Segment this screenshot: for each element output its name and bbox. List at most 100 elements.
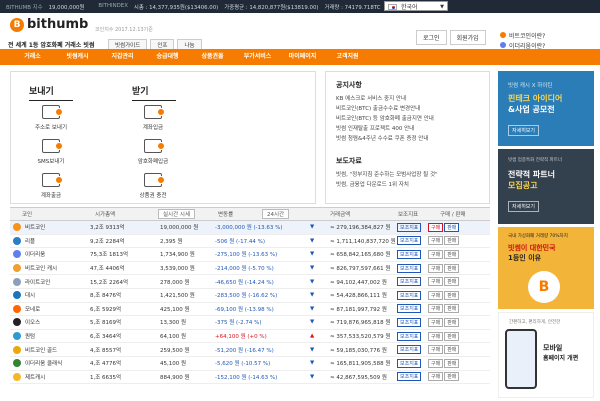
sell-button[interactable]: 판매 [444,372,460,382]
col-change[interactable]: 변동률 [218,210,233,218]
coin-name[interactable]: 퀀텀 [25,332,35,340]
receive-crypto[interactable]: 암호화폐입금 [123,139,183,165]
indicator-button[interactable]: 보조지표 [397,372,422,382]
notice-item-3[interactable]: 비트코인(BTC) 등 암호화폐 출금지연 안내 [336,114,486,122]
ad-2-button[interactable]: 자세히보기 [508,201,540,212]
buy-button[interactable]: 구매 [428,372,444,382]
buy-button[interactable]: 구매 [428,263,444,273]
indicator-button[interactable]: 보조지표 [397,222,422,232]
logo[interactable]: B bithumb 코인지수 2017.12.13기준 [10,17,153,33]
sell-button[interactable]: 판매 [444,304,460,314]
table-row[interactable]: 이더리움 75,3조 1813억 1,734,900 원 -275,100 원 (-1… [10,248,490,262]
language-select[interactable]: 한국어 ▼ [384,1,448,11]
table-row[interactable]: 퀀텀 6,조 3464억 64,100 원 +64,100 원 (+0 %) ▲ ≈ 35… [10,330,490,344]
indicator-button[interactable]: 보조지표 [397,263,422,273]
change: -283,500 원 (-16.62 %) [215,293,278,300]
indicator-button[interactable]: 보조지표 [397,236,422,246]
send-bank[interactable]: 계좌출금 [21,173,81,199]
coin-name[interactable]: 비트코인 [25,223,45,231]
coin-name[interactable]: 이더리움 클래식 [25,359,62,367]
coin-name[interactable]: 모네로 [25,305,40,313]
buy-button[interactable]: 구매 [428,277,444,287]
nav-cash[interactable]: 빗썸캐시 [55,49,100,65]
buy-button[interactable]: 구매 [428,249,444,259]
table-row[interactable]: 이오스 5,조 8169억 13,300 원 -375 원 (-2.74 %) ▼ ≈ 7… [10,316,490,330]
buy-button[interactable]: 구매 [428,345,444,355]
nav-wallet[interactable]: 지갑관리 [100,49,145,65]
buy-button[interactable]: 구매 [428,304,444,314]
table-row[interactable]: 대시 8,조 8476억 1,421,500 원 -283,500 원 (-16.62… [10,289,490,303]
ad-banner-rank[interactable]: 국내 가상화폐 거래량 70%차지 빗썸이 대한민국 1등인 이유 B [498,227,594,309]
indicator-button[interactable]: 보조지표 [397,290,422,300]
coin-name[interactable]: 라이트코인 [25,278,50,286]
indicator-button[interactable]: 보조지표 [397,345,422,355]
ad-banner-fintech[interactable]: 빗썸 캐시 X 하이틴 핀테크 아이디어 &사업 공모전 자세히보기 [498,71,594,146]
col-24h-select[interactable]: 24시간 [262,209,290,219]
coin-name[interactable]: 제트캐시 [25,373,45,381]
ad-banner-partner[interactable]: 빗썸 업종특화 전략적 파트너 전략적 파트너 모집공고 자세히보기 [498,149,594,224]
nav-exchange[interactable]: 거래소 [10,49,55,65]
indicator-button[interactable]: 보조지표 [397,249,422,259]
notice-item-1[interactable]: KB 에스크로 서비스 중지 안내 [336,94,486,102]
coin-name[interactable]: 이오스 [25,318,40,326]
col-market-cap[interactable]: 시가총액 [95,210,115,218]
buy-button[interactable]: 구매 [428,358,444,368]
sell-button[interactable]: 판매 [444,331,460,341]
ad-1-button[interactable]: 자세히보기 [508,125,540,136]
table-row[interactable]: 리플 9,2조 2284억 2,395 원 -506 원 (-17.44 %) ▼ ≈ 1… [10,235,490,249]
indicator-button[interactable]: 보조지표 [397,304,422,314]
signup-button[interactable]: 회원가입 [449,30,486,45]
buy-button[interactable]: 구매 [428,290,444,300]
sell-button[interactable]: 판매 [444,263,460,273]
buy-button[interactable]: 구매 [428,331,444,341]
coin-name[interactable]: 리플 [25,237,35,245]
indicator-button[interactable]: 보조지표 [397,317,422,327]
nav-support[interactable]: 고객지원 [325,49,370,65]
press-item-1[interactable]: 빗썸, "정부지침 준수하는 모범사업장 될 것" [336,170,486,178]
indicator-button[interactable]: 보조지표 [397,277,422,287]
table-row[interactable]: 모네로 6,조 5929억 425,100 원 -69,100 원 (-13.98 %… [10,303,490,317]
table-row[interactable]: 비트코인 3,2조 9313억 19,000,000 원 -3,000,000 원 (… [10,221,490,235]
indicator-button[interactable]: 보조지표 [397,331,422,341]
receive-bank[interactable]: 계좌입금 [123,105,183,131]
buy-button[interactable]: 구매 [428,317,444,327]
sell-button[interactable]: 판매 [444,236,460,246]
sell-button[interactable]: 판매 [444,345,460,355]
send-sms[interactable]: SMS보내기 [21,139,81,165]
notice-item-4[interactable]: 빗썸 인재탈출 프로젝트 400 안내 [336,124,486,132]
table-row[interactable]: 이더리움 클래식 4,조 4776억 45,100 원 -5,620 원 (-10.5… [10,357,490,371]
buy-button[interactable]: 구매 [428,236,444,246]
nav-mypage[interactable]: 마이페이지 [280,49,325,65]
press-item-2[interactable]: 빗썸, 금융업 다운로드 1위 자치 [336,180,486,188]
login-button[interactable]: 로그인 [416,30,447,45]
notice-item-2[interactable]: 비트코인(BTC) 출금수수료 변경안내 [336,104,486,112]
indicator-button[interactable]: 보조지표 [397,358,422,368]
nav-giftcard[interactable]: 상품권몰 [190,49,235,65]
coin-icon [13,277,21,286]
sell-button[interactable]: 판매 [444,249,460,259]
nav-upgrade[interactable]: 승급대행 [145,49,190,65]
receive-giftcard[interactable]: 상품권 충전 [123,173,183,199]
table-row[interactable]: 제트캐시 1,조 6635억 884,900 원 -152,100 원 (-14.63… [10,371,490,385]
bitcoin-info-link[interactable]: 비트코인이란? [500,30,592,40]
coin-name[interactable]: 비트코인 골드 [25,346,57,354]
sell-button[interactable]: 판매 [444,290,460,300]
sell-button[interactable]: 판매 [444,358,460,368]
send-to-address[interactable]: 주소로 보내기 [21,105,81,131]
coin-name[interactable]: 비트코인 캐시 [25,264,57,272]
ad-banner-mobile[interactable]: 간편하고, 편리하게, 안전한 모바일 홈페이지 개편 [498,312,594,398]
coin-name[interactable]: 이더리움 [25,250,45,258]
col-volume[interactable]: 거래금액 [330,210,350,218]
table-row[interactable]: 비트코인 골드 4,조 8557억 259,500 원 -51,200 원 (-16.… [10,343,490,357]
notice-item-5[interactable]: 빗썸 청렴&4주년 수수료 쿠폰 증정 안내 [336,134,486,142]
buy-button[interactable]: 구매 [428,222,444,232]
sell-button[interactable]: 판매 [444,277,460,287]
col-coin[interactable]: 코인 [22,210,32,218]
table-row[interactable]: 라이트코인 15,2조 2264억 278,000 원 -46,650 원 (-14.… [10,275,490,289]
sell-button[interactable]: 판매 [444,222,460,232]
col-price-select[interactable]: 실시간 시세 [158,209,196,219]
table-row[interactable]: 비트코인 캐시 47,조 4406억 3,539,000 원 -214,000 원 (… [10,262,490,276]
coin-name[interactable]: 대시 [25,291,35,299]
nav-services[interactable]: 부가서비스 [235,49,280,65]
sell-button[interactable]: 판매 [444,317,460,327]
